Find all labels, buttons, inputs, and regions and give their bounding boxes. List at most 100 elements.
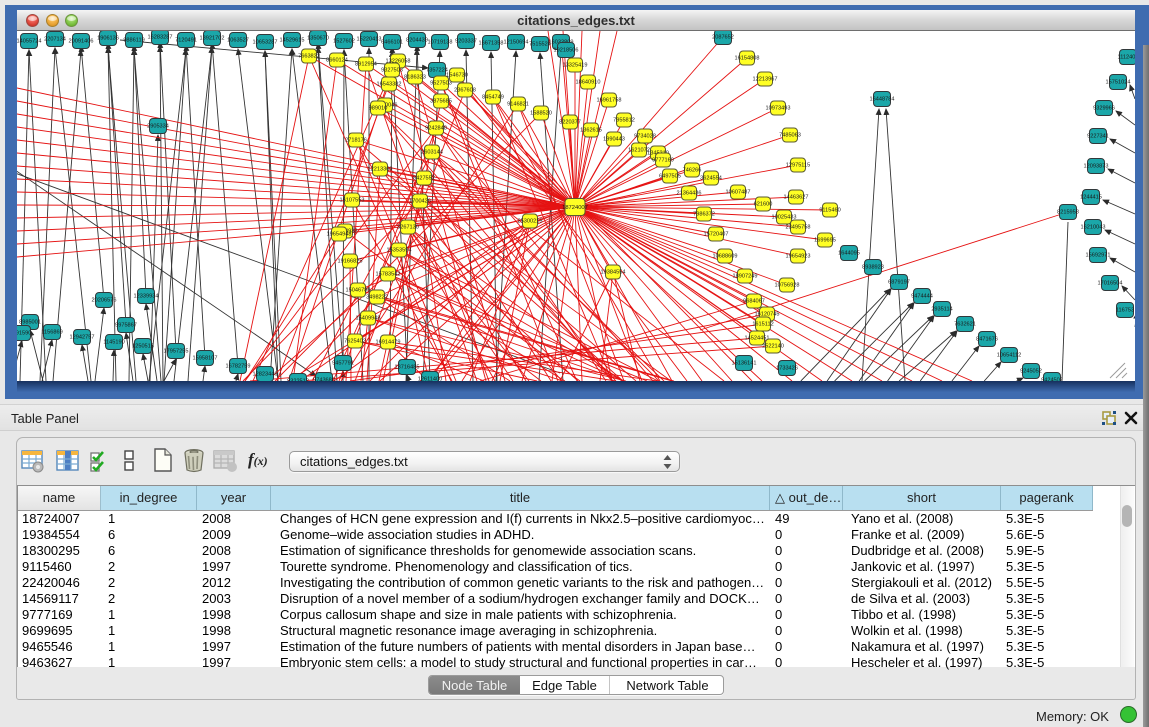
svg-text:14529615: 14529615 (280, 38, 305, 44)
svg-text:8471676: 8471676 (976, 337, 998, 343)
svg-text:1156869: 1156869 (41, 330, 62, 336)
svg-text:621600: 621600 (754, 202, 773, 208)
svg-text:16671358: 16671358 (479, 41, 504, 47)
svg-text:9327503: 9327503 (381, 68, 403, 74)
svg-text:10973493: 10973493 (766, 106, 791, 112)
svg-text:12823446: 12823446 (253, 372, 278, 378)
svg-text:3875685: 3875685 (430, 99, 452, 105)
svg-text:16154808: 16154808 (735, 56, 760, 62)
svg-text:9203337: 9203337 (455, 39, 477, 45)
svg-text:18724007: 18724007 (562, 205, 588, 211)
svg-text:19218506: 19218506 (554, 48, 579, 54)
svg-text:23495758: 23495758 (786, 225, 811, 231)
svg-text:1588520: 1588520 (530, 111, 552, 117)
svg-text:12150694: 12150694 (504, 40, 529, 46)
svg-text:6466101: 6466101 (381, 40, 403, 46)
svg-text:9242848: 9242848 (425, 126, 447, 132)
svg-text:7632621: 7632621 (954, 322, 976, 328)
svg-text:12942757: 12942757 (70, 335, 95, 341)
svg-text:10719138: 10719138 (428, 40, 453, 46)
svg-text:9975867: 9975867 (115, 323, 137, 329)
svg-text:6497505: 6497505 (659, 174, 681, 180)
svg-text:8427552: 8427552 (413, 176, 435, 182)
svg-text:7485063: 7485063 (779, 133, 801, 139)
svg-text:2367608: 2367608 (454, 88, 476, 94)
svg-text:16914479: 16914479 (376, 340, 401, 346)
svg-text:15751024: 15751024 (1106, 80, 1131, 86)
svg-text:8454749: 8454749 (482, 95, 504, 101)
svg-text:1906136: 1906136 (97, 36, 119, 42)
svg-text:7955812: 7955812 (613, 118, 635, 124)
svg-text:9886119: 9886119 (123, 38, 144, 44)
svg-text:9777169: 9777169 (652, 158, 674, 164)
svg-text:13325419: 13325419 (563, 63, 588, 69)
svg-text:12093873: 12093873 (1084, 164, 1109, 170)
svg-text:17957255: 17957255 (164, 349, 189, 355)
svg-text:9329966: 9329966 (1093, 106, 1115, 112)
svg-text:13921702: 13921702 (200, 36, 225, 42)
svg-text:15046786: 15046786 (346, 288, 371, 294)
svg-text:16782759: 16782759 (226, 364, 251, 370)
svg-text:7625402: 7625402 (344, 339, 366, 345)
svg-text:7120491: 7120491 (175, 38, 197, 44)
svg-text:1350670: 1350670 (307, 36, 329, 42)
svg-text:1700426: 1700426 (409, 199, 431, 205)
svg-text:6879197: 6879197 (888, 280, 910, 286)
svg-text:9424502: 9424502 (1041, 378, 1063, 382)
svg-text:1733426: 1733426 (776, 366, 798, 372)
svg-text:8912954: 8912954 (355, 62, 377, 68)
svg-text:3267130: 3267130 (397, 225, 419, 231)
svg-text:9734028: 9734028 (634, 134, 656, 140)
svg-text:17016504: 17016504 (1098, 281, 1123, 287)
svg-text:2207134: 2207134 (44, 37, 66, 43)
svg-text:15353594: 15353594 (387, 248, 412, 254)
svg-text:8204439: 8204439 (406, 38, 428, 44)
svg-text:2087652: 2087652 (712, 35, 734, 41)
svg-text:1644095: 1644095 (838, 251, 860, 257)
svg-text:12611400: 12611400 (418, 377, 442, 382)
svg-text:1250515: 1250515 (132, 344, 154, 350)
svg-text:9457791: 9457791 (332, 361, 354, 367)
svg-text:1112404: 1112404 (1118, 55, 1135, 61)
svg-text:9245052: 9245052 (1020, 369, 1042, 375)
svg-text:15783542: 15783542 (376, 272, 401, 278)
svg-text:391590: 391590 (17, 331, 31, 337)
svg-text:15958107: 15958107 (193, 356, 218, 362)
svg-text:9743680: 9743680 (313, 378, 335, 382)
svg-text:18907249: 18907249 (733, 274, 758, 280)
svg-text:8660124: 8660124 (326, 58, 348, 64)
svg-text:7357224: 7357224 (426, 68, 448, 74)
svg-text:10653287: 10653287 (253, 40, 278, 46)
svg-text:1063527: 1063527 (227, 38, 249, 44)
svg-text:15692971: 15692971 (1086, 253, 1111, 259)
svg-text:15136141: 15136141 (732, 361, 757, 367)
svg-text:19166825: 19166825 (338, 259, 363, 265)
svg-text:12213369: 12213369 (368, 167, 393, 173)
svg-text:12339934: 12339934 (134, 294, 159, 300)
svg-text:12975115: 12975115 (786, 163, 810, 169)
svg-text:25300215: 25300215 (518, 219, 543, 225)
svg-text:9115460: 9115460 (819, 208, 840, 214)
svg-text:10756928: 10756928 (775, 283, 800, 289)
svg-text:2522140: 2522140 (762, 344, 784, 350)
svg-text:9527503: 9527503 (430, 81, 452, 87)
svg-text:116753: 116753 (1116, 308, 1134, 314)
svg-text:15220413: 15220413 (357, 37, 382, 43)
svg-text:19654948: 19654948 (327, 232, 352, 238)
svg-text:3498222: 3498222 (366, 295, 388, 301)
svg-text:8220377: 8220377 (559, 120, 581, 126)
svg-text:1244415: 1244415 (1080, 195, 1102, 201)
svg-text:16210043: 16210043 (1081, 225, 1106, 231)
svg-text:16961758: 16961758 (597, 98, 622, 104)
svg-text:1615112: 1615112 (752, 322, 773, 328)
svg-text:989010: 989010 (369, 106, 388, 112)
svg-text:2905334: 2905334 (147, 124, 169, 130)
svg-text:10607487: 10607487 (726, 190, 751, 196)
svg-text:16543382: 16543382 (377, 82, 402, 88)
svg-text:9146821: 9146821 (507, 102, 529, 108)
svg-text:14055724: 14055724 (17, 39, 41, 45)
svg-text:2718176: 2718176 (345, 138, 367, 144)
svg-text:13716485: 13716485 (395, 365, 420, 371)
svg-text:9684067: 9684067 (743, 299, 765, 305)
svg-text:20091406: 20091406 (69, 39, 94, 45)
